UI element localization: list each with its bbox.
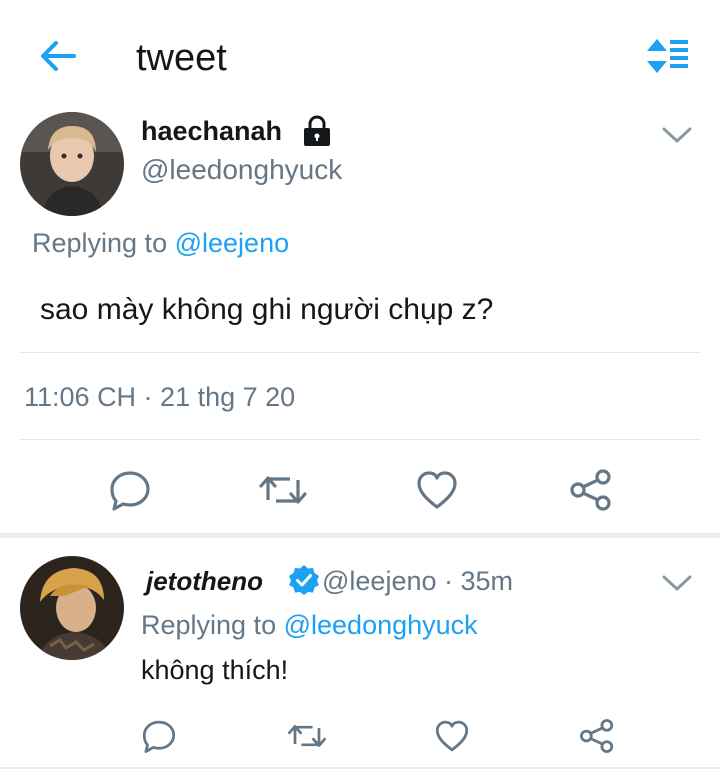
share-icon[interactable] xyxy=(578,718,616,754)
retweet-icon[interactable] xyxy=(258,470,308,510)
tweet-timestamp[interactable]: 11:06 CH · 21 thg 7 20 xyxy=(24,380,295,414)
sort-icon xyxy=(647,39,688,73)
avatar[interactable] xyxy=(20,556,124,660)
tweet-text: sao mày không ghi người chụp z? xyxy=(40,293,494,326)
reply-icon[interactable] xyxy=(141,718,177,754)
user-handle-time[interactable]: @leejeno · 35m xyxy=(322,564,513,598)
avatar[interactable] xyxy=(20,112,124,216)
section-divider xyxy=(0,533,720,538)
top-bar: tweet xyxy=(0,0,720,112)
like-icon[interactable] xyxy=(415,468,459,512)
share-icon[interactable] xyxy=(568,468,614,512)
replying-to-label: Replying to xyxy=(32,228,168,258)
divider xyxy=(20,352,700,353)
display-name[interactable]: haechanah xyxy=(141,114,282,148)
user-handle[interactable]: @leedonghyuck xyxy=(141,152,342,188)
chevron-down-icon[interactable] xyxy=(660,124,694,146)
reply-icon[interactable] xyxy=(108,468,152,512)
replying-to: Replying to @leedonghyuck xyxy=(141,608,478,642)
like-icon[interactable] xyxy=(434,718,470,754)
display-name[interactable]: jetotheno xyxy=(146,564,263,598)
page-title: tweet xyxy=(136,37,227,79)
divider xyxy=(20,439,700,440)
lock-icon xyxy=(304,115,330,146)
mention-link[interactable]: @leedonghyuck xyxy=(284,610,478,640)
replying-to-label: Replying to xyxy=(141,610,277,640)
mention-link[interactable]: @leejeno xyxy=(175,228,290,258)
back-arrow-icon xyxy=(41,41,76,71)
replying-to: Replying to @leejeno xyxy=(32,226,289,260)
back-button[interactable] xyxy=(36,36,80,76)
chevron-down-icon[interactable] xyxy=(660,572,694,594)
verified-badge-icon xyxy=(289,565,319,595)
tweet-text: không thích! xyxy=(141,655,289,685)
retweet-icon[interactable] xyxy=(287,720,327,752)
sort-button[interactable] xyxy=(642,34,690,78)
